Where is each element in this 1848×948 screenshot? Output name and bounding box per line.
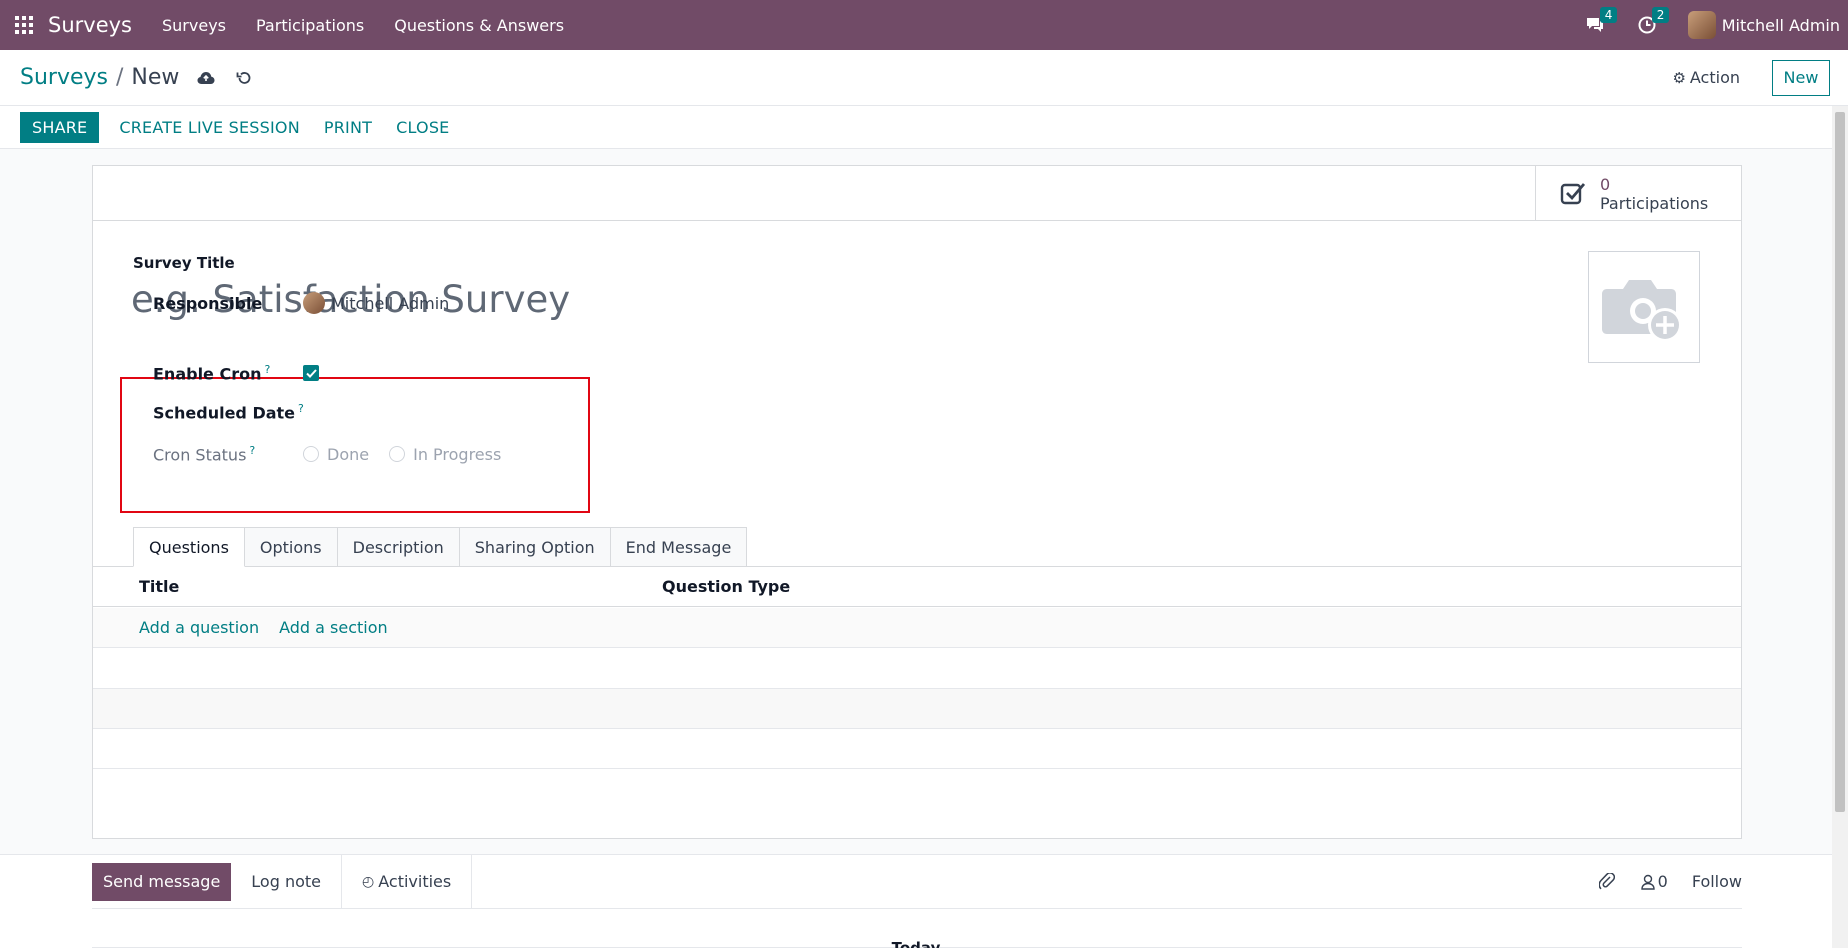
enable-cron-checkbox[interactable] — [303, 365, 319, 382]
tab-description[interactable]: Description — [337, 527, 460, 567]
clock-icon: ◴ — [362, 873, 375, 890]
smart-button-box: 0 Participations — [93, 166, 1741, 221]
action-menu-button[interactable]: ⚙ Action — [1672, 68, 1740, 87]
tab-questions[interactable]: Questions — [133, 527, 245, 567]
gear-icon: ⚙ — [1672, 68, 1686, 87]
apps-menu-icon[interactable] — [14, 15, 34, 35]
activities-label: Activities — [378, 872, 452, 891]
close-button[interactable]: CLOSE — [392, 118, 453, 137]
enable-cron-row: Enable Cron? — [153, 363, 319, 383]
user-avatar — [1687, 11, 1716, 39]
help-tooltip-icon[interactable]: ? — [249, 444, 255, 457]
followers-count: 0 — [1657, 872, 1668, 891]
help-tooltip-icon[interactable]: ? — [298, 402, 304, 415]
log-note-button[interactable]: Log note — [231, 854, 343, 909]
cron-status-done-option[interactable]: Done — [303, 445, 369, 464]
activities-badge: 2 — [1651, 7, 1670, 23]
chatter: Send message Log note ◴ Activities 0 Fol… — [0, 854, 1832, 948]
print-button[interactable]: PRINT — [320, 118, 376, 137]
stat-label: Participations — [1600, 193, 1709, 213]
menu-questions-answers[interactable]: Questions & Answers — [394, 16, 564, 35]
cron-status-radio-group: Done In Progress — [303, 445, 521, 464]
control-panel: Surveys / New ⚙ Action New — [0, 50, 1848, 106]
send-message-button[interactable]: Send message — [92, 862, 232, 901]
page-scrollbar[interactable] — [1832, 106, 1848, 948]
followers-button[interactable]: 0 — [1640, 872, 1668, 891]
enable-cron-label: Enable Cron — [153, 364, 262, 384]
tab-sharing-option[interactable]: Sharing Option — [459, 527, 611, 567]
messages-icon[interactable]: 4 — [1584, 7, 1618, 36]
messages-badge: 4 — [1599, 7, 1618, 23]
create-live-session-button[interactable]: CREATE LIVE SESSION — [115, 118, 304, 137]
menu-surveys[interactable]: Surveys — [162, 16, 226, 35]
empty-table-row — [93, 689, 1741, 729]
new-record-button[interactable]: New — [1772, 59, 1830, 96]
column-question-type[interactable]: Question Type — [662, 577, 790, 596]
add-line-row: Add a question Add a section — [93, 608, 1741, 648]
share-button[interactable]: SHARE — [20, 111, 100, 143]
cron-status-in-progress-option[interactable]: In Progress — [389, 445, 501, 464]
activities-button[interactable]: ◴ Activities — [342, 854, 473, 909]
save-cloud-icon[interactable] — [195, 67, 217, 89]
scheduled-date-label-wrap: Scheduled Date? — [153, 402, 304, 422]
activities-clock-icon[interactable]: 2 — [1636, 7, 1670, 36]
form-sheet: 0 Participations Survey Title Responsibl… — [92, 165, 1742, 839]
cron-status-row: Cron Status? Done In Progress — [153, 444, 521, 464]
top-navbar: Surveys Surveys Participations Questions… — [0, 0, 1848, 50]
radio-label: In Progress — [413, 444, 502, 464]
navbar-systray: 4 2 Mitchell Admin — [1584, 7, 1848, 39]
survey-title-label: Survey Title — [133, 254, 235, 272]
tab-options[interactable]: Options — [244, 527, 338, 567]
breadcrumb-separator: / — [116, 65, 124, 90]
breadcrumb: Surveys / New — [20, 65, 179, 90]
breadcrumb-surveys[interactable]: Surveys — [20, 65, 108, 90]
tab-end-message[interactable]: End Message — [610, 527, 748, 567]
chatter-topbar: Send message Log note ◴ Activities 0 Fol… — [92, 854, 1742, 909]
stat-text: 0 Participations — [1600, 175, 1708, 213]
add-question-link[interactable]: Add a question — [139, 618, 259, 637]
person-icon — [1640, 874, 1655, 890]
scrollbar-thumb[interactable] — [1835, 112, 1845, 812]
breadcrumb-current: New — [131, 65, 180, 90]
empty-table-row — [93, 729, 1741, 769]
stat-value: 0 — [1600, 174, 1611, 194]
participations-stat-button[interactable]: 0 Participations — [1535, 166, 1741, 221]
paperclip-icon[interactable] — [1597, 872, 1617, 892]
empty-table-row — [93, 649, 1741, 689]
help-tooltip-icon[interactable]: ? — [265, 363, 271, 376]
today-separator: Today — [891, 939, 941, 948]
responsible-row: Responsible Mitchell Admin — [153, 292, 449, 314]
chatter-right: 0 Follow — [1597, 872, 1742, 892]
notebook-tabs: Questions Options Description Sharing Op… — [133, 527, 748, 567]
menu-participations[interactable]: Participations — [256, 16, 364, 35]
app-brand[interactable]: Surveys — [48, 13, 132, 37]
action-label: Action — [1689, 68, 1740, 87]
radio-label: Done — [327, 444, 370, 464]
form-statusbar: SHARE CREATE LIVE SESSION PRINT CLOSE — [0, 106, 1832, 149]
column-title[interactable]: Title — [139, 577, 179, 596]
responsible-avatar — [303, 292, 325, 314]
user-name: Mitchell Admin — [1721, 15, 1840, 35]
checkmark-icon — [305, 368, 317, 378]
discard-undo-icon[interactable] — [233, 67, 255, 89]
main-menu: Surveys Participations Questions & Answe… — [162, 16, 594, 35]
user-menu[interactable]: Mitchell Admin — [1687, 11, 1840, 39]
follow-button[interactable]: Follow — [1692, 872, 1742, 891]
radio-button[interactable] — [389, 446, 406, 463]
responsible-field[interactable]: Mitchell Admin — [303, 292, 449, 314]
camera-plus-icon — [1602, 280, 1682, 342]
questions-table-header: Title Question Type — [93, 567, 1741, 607]
responsible-value: Mitchell Admin — [331, 293, 450, 313]
cron-status-label: Cron Status — [153, 445, 247, 465]
scheduled-date-row: Scheduled Date? — [153, 402, 304, 422]
checkbox-checked-icon — [1560, 182, 1586, 204]
enable-cron-label-wrap: Enable Cron? — [153, 363, 303, 383]
add-section-link[interactable]: Add a section — [279, 618, 388, 637]
control-panel-right: ⚙ Action New — [1672, 59, 1848, 96]
survey-image-upload[interactable] — [1588, 251, 1700, 363]
radio-button[interactable] — [303, 446, 319, 463]
scheduled-date-label: Scheduled Date — [153, 403, 296, 423]
cron-status-label-wrap: Cron Status? — [153, 444, 303, 464]
responsible-label: Responsible — [153, 293, 263, 313]
